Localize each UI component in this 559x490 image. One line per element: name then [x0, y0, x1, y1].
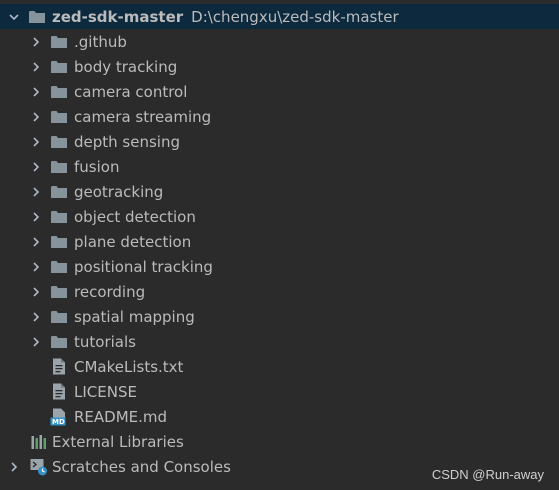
folder-label: .github: [74, 32, 127, 51]
folder-row-geotracking[interactable]: geotracking: [0, 179, 559, 204]
folder-icon: [50, 108, 68, 126]
svg-text:MD: MD: [52, 418, 65, 426]
file-label: README.md: [74, 407, 168, 426]
folder-row-depth-sensing[interactable]: depth sensing: [0, 129, 559, 154]
folder-row-fusion[interactable]: fusion: [0, 154, 559, 179]
file-row-cmakelists[interactable]: CMakeLists.txt: [0, 354, 559, 379]
folder-icon: [50, 308, 68, 326]
folder-label: body tracking: [74, 57, 178, 76]
project-tree: zed-sdk-master D:\chengxu\zed-sdk-master…: [0, 0, 559, 490]
folder-row-positional-tracking[interactable]: positional tracking: [0, 254, 559, 279]
folder-label: positional tracking: [74, 257, 213, 276]
scratches-icon: [30, 458, 48, 476]
chevron-right-icon[interactable]: [29, 185, 43, 199]
folder-label: camera streaming: [74, 107, 212, 126]
folder-icon: [50, 283, 68, 301]
folder-row-github[interactable]: .github: [0, 29, 559, 54]
folder-label: tutorials: [74, 332, 136, 351]
folder-row-body-tracking[interactable]: body tracking: [0, 54, 559, 79]
folder-label: fusion: [74, 157, 120, 176]
markdown-file-icon: MD: [50, 408, 68, 426]
folder-row-camera-control[interactable]: camera control: [0, 79, 559, 104]
chevron-right-icon[interactable]: [29, 35, 43, 49]
chevron-down-icon[interactable]: [7, 10, 21, 24]
folder-row-recording[interactable]: recording: [0, 279, 559, 304]
chevron-right-icon[interactable]: [29, 160, 43, 174]
folder-label: recording: [74, 282, 146, 301]
external-libraries-row[interactable]: External Libraries: [0, 429, 559, 454]
folder-label: plane detection: [74, 232, 192, 251]
folder-label: camera control: [74, 82, 188, 101]
folder-icon: [50, 183, 68, 201]
root-folder-name: zed-sdk-master: [52, 7, 184, 26]
chevron-right-icon[interactable]: [29, 85, 43, 99]
file-label: CMakeLists.txt: [74, 357, 184, 376]
folder-icon: [50, 333, 68, 351]
folder-label: object detection: [74, 207, 196, 226]
chevron-placeholder: [7, 435, 21, 449]
folder-icon: [50, 133, 68, 151]
folder-icon: [50, 233, 68, 251]
chevron-right-icon[interactable]: [7, 460, 21, 474]
chevron-right-icon[interactable]: [29, 285, 43, 299]
root-folder-path: D:\chengxu\zed-sdk-master: [191, 7, 399, 26]
chevron-right-icon[interactable]: [29, 110, 43, 124]
folder-icon: [50, 33, 68, 51]
folder-icon: [50, 83, 68, 101]
library-icon: [30, 433, 48, 451]
folder-row-tutorials[interactable]: tutorials: [0, 329, 559, 354]
chevron-right-icon[interactable]: [29, 335, 43, 349]
folder-icon: [50, 58, 68, 76]
folder-icon: [50, 158, 68, 176]
file-label: LICENSE: [74, 382, 137, 401]
folder-icon: [50, 258, 68, 276]
folder-icon: [50, 208, 68, 226]
folder-row-spatial-mapping[interactable]: spatial mapping: [0, 304, 559, 329]
folder-row-object-detection[interactable]: object detection: [0, 204, 559, 229]
text-file-icon: [50, 358, 68, 376]
text-file-icon: [50, 383, 68, 401]
folder-label: geotracking: [74, 182, 164, 201]
folder-icon: [28, 8, 46, 26]
chevron-right-icon[interactable]: [29, 310, 43, 324]
file-row-license[interactable]: LICENSE: [0, 379, 559, 404]
chevron-right-icon[interactable]: [29, 235, 43, 249]
folder-row-camera-streaming[interactable]: camera streaming: [0, 104, 559, 129]
chevron-right-icon[interactable]: [29, 260, 43, 274]
tree-root-row[interactable]: zed-sdk-master D:\chengxu\zed-sdk-master: [0, 4, 559, 29]
chevron-right-icon[interactable]: [29, 210, 43, 224]
watermark-text: CSDN @Run-away: [431, 467, 544, 482]
external-libraries-label: External Libraries: [52, 432, 184, 451]
scratches-label: Scratches and Consoles: [52, 457, 231, 476]
chevron-right-icon[interactable]: [29, 60, 43, 74]
folder-label: depth sensing: [74, 132, 180, 151]
folder-row-plane-detection[interactable]: plane detection: [0, 229, 559, 254]
folder-label: spatial mapping: [74, 307, 195, 326]
chevron-right-icon[interactable]: [29, 135, 43, 149]
file-row-readme[interactable]: MD README.md: [0, 404, 559, 429]
